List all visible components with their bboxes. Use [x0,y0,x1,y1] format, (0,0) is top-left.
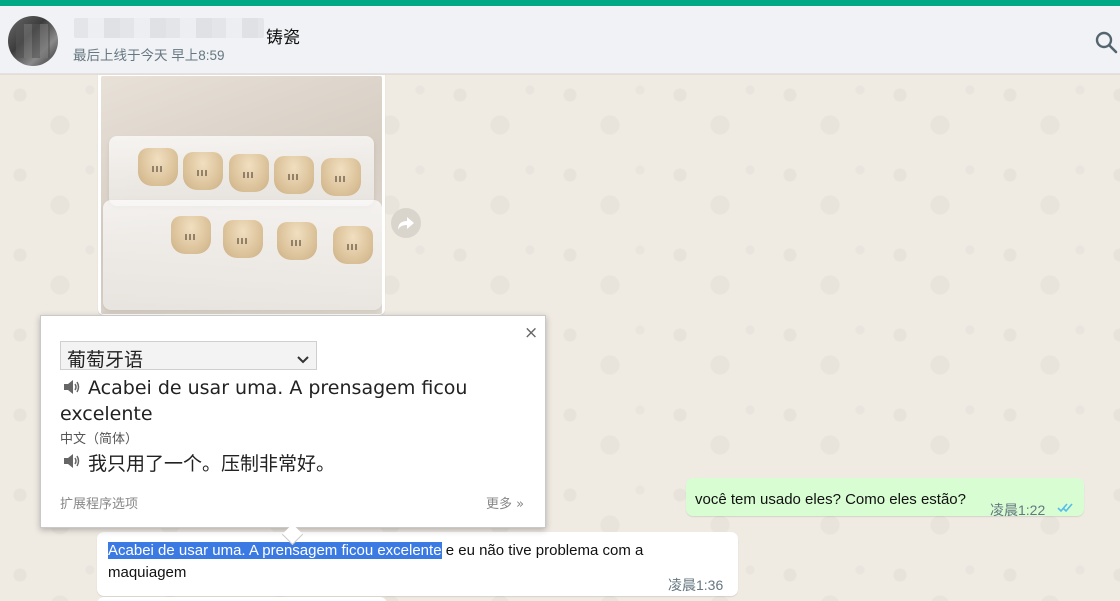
speaker-icon[interactable] [62,452,82,474]
image-message[interactable] [98,75,385,315]
source-text: Acabei de usar uma. A prensagem ficou ex… [60,377,468,425]
selected-language: 葡萄牙语 [67,349,144,371]
pellet [274,156,314,194]
message-time: 凌晨1:36 [668,577,724,593]
blurred-contact-name [74,18,264,38]
target-language: 中文（简体） [60,432,139,447]
pellet [223,220,263,258]
incoming-message[interactable]: Acabei de usar uma. A prensagem ficou ex… [97,532,738,596]
pellet [229,154,269,192]
contact-name[interactable]: 铸瓷 [266,23,300,48]
pellet [183,152,223,190]
next-message-bubble [97,597,387,601]
last-seen-status: 最后上线于今天 早上8:59 [73,48,225,63]
extension-options-link[interactable]: 扩展程序选项 [60,493,138,512]
read-receipt-icon [1057,501,1075,519]
forward-icon[interactable] [391,208,421,238]
more-link[interactable]: 更多 » [486,493,524,512]
message-time: 凌晨1:22 [990,502,1046,518]
message-text: você tem usado eles? Como eles estão? [695,491,966,508]
search-icon[interactable] [1094,30,1120,56]
language-select[interactable]: 葡萄牙语 [60,341,317,371]
pellet [333,226,373,264]
chevron-down-icon [296,350,310,369]
close-icon[interactable]: × [524,323,538,343]
pellet [321,158,361,196]
message-text: Acabei de usar uma. A prensagem ficou ex… [108,540,708,584]
avatar[interactable] [8,16,58,66]
translation-popup: × 葡萄牙语 Acabei de usar uma. A prensagem f… [40,315,546,528]
selected-text[interactable]: Acabei de usar uma. A prensagem ficou ex… [108,542,442,559]
pellet [171,216,211,254]
chat-header: 铸瓷 最后上线于今天 早上8:59 [0,6,1120,74]
pellet [138,148,178,186]
pellet [277,222,317,260]
outgoing-message[interactable]: você tem usado eles? Como eles estão? 凌晨… [686,478,1084,519]
photo-ceramic-pellets[interactable] [101,76,382,314]
translated-text: 我只用了一个。压制非常好。 [88,453,336,475]
